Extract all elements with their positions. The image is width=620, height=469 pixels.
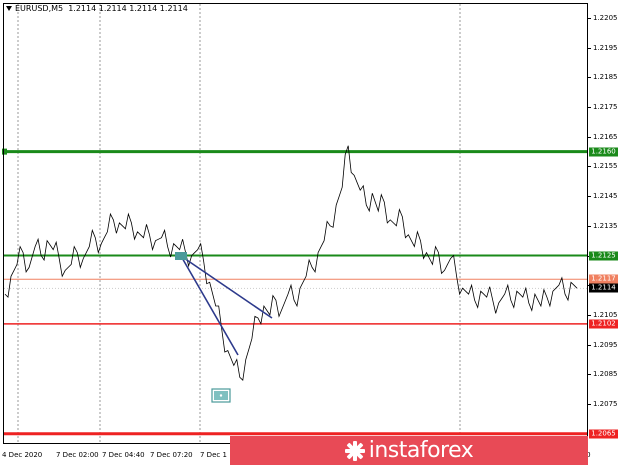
dropdown-triangle-icon[interactable] (6, 6, 12, 11)
price-tag-1.2160: 1.2160 (589, 147, 618, 157)
anchor-marker-icon (175, 252, 187, 260)
y-tick-label: 1.2195 (588, 43, 618, 52)
ohlc-values: 1.2114 1.2114 1.2114 1.2114 (68, 4, 188, 13)
y-tick-label: 1.2175 (588, 103, 618, 112)
y-tick-label: 1.2185 (588, 73, 618, 82)
trend-line-lower (180, 255, 239, 356)
price-tag-1.2114: 1.2114 (589, 283, 618, 293)
level-handle-icon (2, 148, 7, 155)
price-tag-1.2102: 1.2102 (589, 319, 618, 329)
chart-header: EURUSD,M5 1.2114 1.2114 1.2114 1.2114 (6, 4, 188, 13)
y-tick-label: 1.2165 (588, 132, 618, 141)
brand-logo-icon (344, 440, 365, 461)
selection-marker-dot (219, 394, 223, 397)
x-tick-label: 7 Dec 1 (200, 451, 227, 459)
x-tick-label: 4 Dec 2020 (2, 451, 43, 459)
price-line (4, 145, 578, 382)
price-tag-1.2065: 1.2065 (589, 429, 618, 439)
y-tick-label: 1.2145 (588, 192, 618, 201)
brand-banner: instaforex (230, 436, 588, 465)
y-tick-label: 1.2095 (588, 340, 618, 349)
y-tick-label: 1.2075 (588, 400, 618, 408)
brand-text: instaforex (368, 438, 474, 463)
x-tick-label: 7 Dec 02:00 (56, 451, 99, 459)
trend-line-upper (180, 255, 273, 319)
chart-canvas (2, 4, 587, 443)
price-tag-1.2117: 1.2117 (589, 274, 618, 284)
y-tick-label: 1.2205 (588, 14, 618, 22)
y-tick-label: 1.2105 (588, 310, 618, 319)
symbol-label: EURUSD,M5 (15, 4, 64, 13)
y-tick-label: 1.2155 (588, 162, 618, 171)
y-tick-label: 1.2085 (588, 370, 618, 379)
x-tick-label: 7 Dec 07:20 (150, 451, 193, 459)
chart-area[interactable] (0, 0, 620, 465)
y-tick-label: 1.2135 (588, 221, 618, 230)
x-tick-label: 7 Dec 04:40 (102, 451, 145, 459)
price-tag-1.2125: 1.2125 (589, 251, 618, 261)
